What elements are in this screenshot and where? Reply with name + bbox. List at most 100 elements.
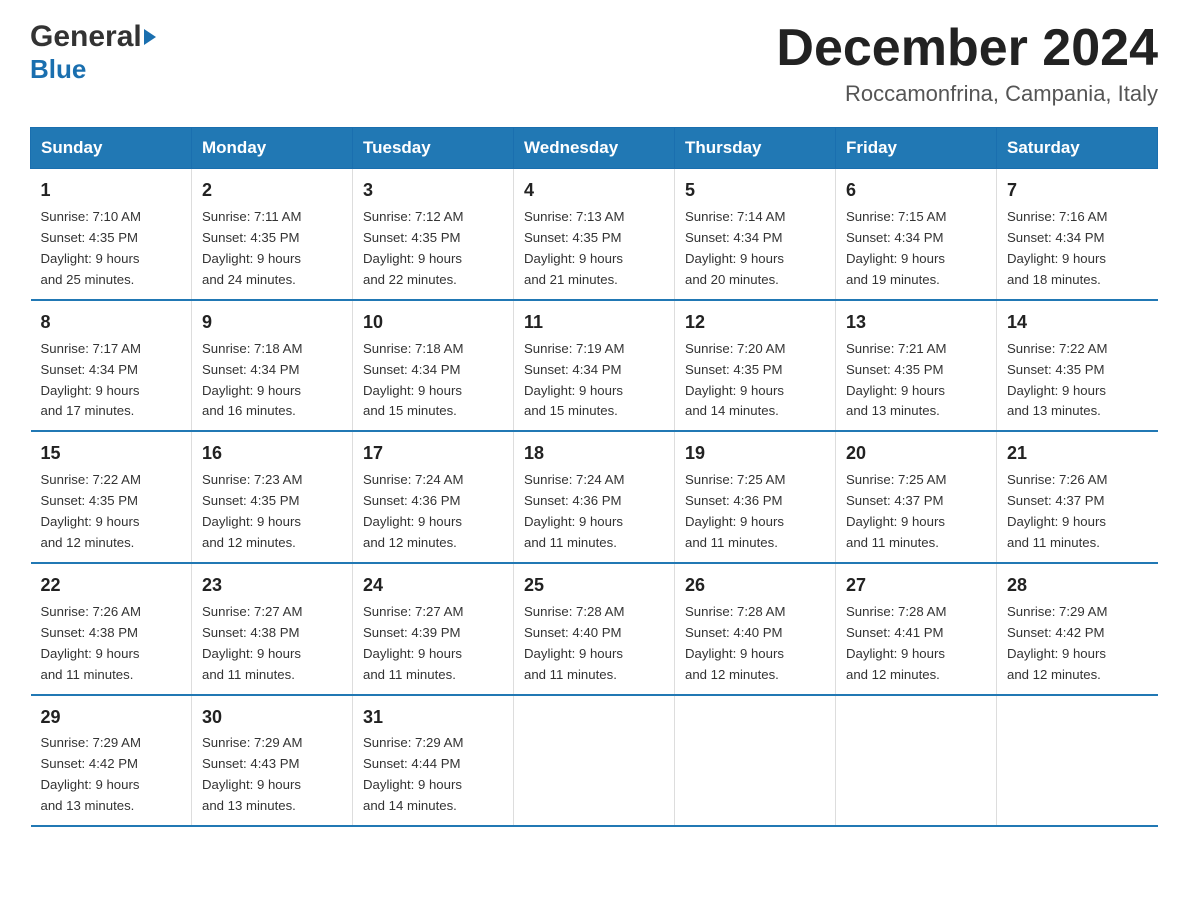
day-info: Sunrise: 7:29 AMSunset: 4:43 PMDaylight:… xyxy=(202,735,302,813)
table-row xyxy=(514,695,675,827)
day-info: Sunrise: 7:29 AMSunset: 4:42 PMDaylight:… xyxy=(41,735,141,813)
table-row: 19 Sunrise: 7:25 AMSunset: 4:36 PMDaylig… xyxy=(675,431,836,563)
day-info: Sunrise: 7:24 AMSunset: 4:36 PMDaylight:… xyxy=(363,472,463,550)
col-saturday: Saturday xyxy=(997,128,1158,169)
day-number: 3 xyxy=(363,177,503,205)
day-number: 18 xyxy=(524,440,664,468)
day-info: Sunrise: 7:22 AMSunset: 4:35 PMDaylight:… xyxy=(1007,341,1107,419)
day-info: Sunrise: 7:26 AMSunset: 4:38 PMDaylight:… xyxy=(41,604,141,682)
day-info: Sunrise: 7:22 AMSunset: 4:35 PMDaylight:… xyxy=(41,472,141,550)
calendar-week-4: 22 Sunrise: 7:26 AMSunset: 4:38 PMDaylig… xyxy=(31,563,1158,695)
table-row: 18 Sunrise: 7:24 AMSunset: 4:36 PMDaylig… xyxy=(514,431,675,563)
logo-general-text: General xyxy=(30,20,142,54)
table-row: 9 Sunrise: 7:18 AMSunset: 4:34 PMDayligh… xyxy=(192,300,353,432)
table-row: 4 Sunrise: 7:13 AMSunset: 4:35 PMDayligh… xyxy=(514,169,675,300)
col-sunday: Sunday xyxy=(31,128,192,169)
table-row: 24 Sunrise: 7:27 AMSunset: 4:39 PMDaylig… xyxy=(353,563,514,695)
day-info: Sunrise: 7:24 AMSunset: 4:36 PMDaylight:… xyxy=(524,472,624,550)
day-info: Sunrise: 7:28 AMSunset: 4:41 PMDaylight:… xyxy=(846,604,946,682)
table-row: 3 Sunrise: 7:12 AMSunset: 4:35 PMDayligh… xyxy=(353,169,514,300)
day-number: 11 xyxy=(524,309,664,337)
table-row: 10 Sunrise: 7:18 AMSunset: 4:34 PMDaylig… xyxy=(353,300,514,432)
day-info: Sunrise: 7:18 AMSunset: 4:34 PMDaylight:… xyxy=(363,341,463,419)
col-wednesday: Wednesday xyxy=(514,128,675,169)
calendar-week-2: 8 Sunrise: 7:17 AMSunset: 4:34 PMDayligh… xyxy=(31,300,1158,432)
col-monday: Monday xyxy=(192,128,353,169)
col-thursday: Thursday xyxy=(675,128,836,169)
table-row: 8 Sunrise: 7:17 AMSunset: 4:34 PMDayligh… xyxy=(31,300,192,432)
day-number: 22 xyxy=(41,572,182,600)
day-number: 10 xyxy=(363,309,503,337)
month-title: December 2024 xyxy=(776,20,1158,77)
location: Roccamonfrina, Campania, Italy xyxy=(776,81,1158,107)
day-number: 2 xyxy=(202,177,342,205)
day-number: 30 xyxy=(202,704,342,732)
table-row: 7 Sunrise: 7:16 AMSunset: 4:34 PMDayligh… xyxy=(997,169,1158,300)
day-info: Sunrise: 7:15 AMSunset: 4:34 PMDaylight:… xyxy=(846,209,946,287)
day-number: 12 xyxy=(685,309,825,337)
day-number: 6 xyxy=(846,177,986,205)
logo-triangle-icon xyxy=(144,29,156,45)
day-number: 4 xyxy=(524,177,664,205)
table-row: 5 Sunrise: 7:14 AMSunset: 4:34 PMDayligh… xyxy=(675,169,836,300)
calendar-week-1: 1 Sunrise: 7:10 AMSunset: 4:35 PMDayligh… xyxy=(31,169,1158,300)
table-row xyxy=(675,695,836,827)
day-number: 13 xyxy=(846,309,986,337)
table-row: 12 Sunrise: 7:20 AMSunset: 4:35 PMDaylig… xyxy=(675,300,836,432)
day-info: Sunrise: 7:25 AMSunset: 4:36 PMDaylight:… xyxy=(685,472,785,550)
day-info: Sunrise: 7:16 AMSunset: 4:34 PMDaylight:… xyxy=(1007,209,1107,287)
table-row: 13 Sunrise: 7:21 AMSunset: 4:35 PMDaylig… xyxy=(836,300,997,432)
table-row: 27 Sunrise: 7:28 AMSunset: 4:41 PMDaylig… xyxy=(836,563,997,695)
table-row: 15 Sunrise: 7:22 AMSunset: 4:35 PMDaylig… xyxy=(31,431,192,563)
table-row: 21 Sunrise: 7:26 AMSunset: 4:37 PMDaylig… xyxy=(997,431,1158,563)
table-row: 23 Sunrise: 7:27 AMSunset: 4:38 PMDaylig… xyxy=(192,563,353,695)
table-row: 2 Sunrise: 7:11 AMSunset: 4:35 PMDayligh… xyxy=(192,169,353,300)
day-number: 23 xyxy=(202,572,342,600)
table-row xyxy=(997,695,1158,827)
day-info: Sunrise: 7:20 AMSunset: 4:35 PMDaylight:… xyxy=(685,341,785,419)
day-info: Sunrise: 7:29 AMSunset: 4:42 PMDaylight:… xyxy=(1007,604,1107,682)
day-number: 28 xyxy=(1007,572,1148,600)
day-info: Sunrise: 7:28 AMSunset: 4:40 PMDaylight:… xyxy=(685,604,785,682)
calendar-header-row: Sunday Monday Tuesday Wednesday Thursday… xyxy=(31,128,1158,169)
calendar-table: Sunday Monday Tuesday Wednesday Thursday… xyxy=(30,127,1158,827)
day-number: 21 xyxy=(1007,440,1148,468)
day-info: Sunrise: 7:27 AMSunset: 4:39 PMDaylight:… xyxy=(363,604,463,682)
day-number: 8 xyxy=(41,309,182,337)
day-number: 26 xyxy=(685,572,825,600)
logo-blue-text: Blue xyxy=(30,54,86,84)
table-row: 29 Sunrise: 7:29 AMSunset: 4:42 PMDaylig… xyxy=(31,695,192,827)
day-info: Sunrise: 7:26 AMSunset: 4:37 PMDaylight:… xyxy=(1007,472,1107,550)
table-row: 17 Sunrise: 7:24 AMSunset: 4:36 PMDaylig… xyxy=(353,431,514,563)
day-info: Sunrise: 7:14 AMSunset: 4:34 PMDaylight:… xyxy=(685,209,785,287)
table-row: 30 Sunrise: 7:29 AMSunset: 4:43 PMDaylig… xyxy=(192,695,353,827)
table-row: 20 Sunrise: 7:25 AMSunset: 4:37 PMDaylig… xyxy=(836,431,997,563)
table-row: 22 Sunrise: 7:26 AMSunset: 4:38 PMDaylig… xyxy=(31,563,192,695)
day-number: 1 xyxy=(41,177,182,205)
col-tuesday: Tuesday xyxy=(353,128,514,169)
page-header: General Blue December 2024 Roccamonfrina… xyxy=(30,20,1158,107)
day-number: 16 xyxy=(202,440,342,468)
day-info: Sunrise: 7:23 AMSunset: 4:35 PMDaylight:… xyxy=(202,472,302,550)
day-info: Sunrise: 7:18 AMSunset: 4:34 PMDaylight:… xyxy=(202,341,302,419)
calendar-week-3: 15 Sunrise: 7:22 AMSunset: 4:35 PMDaylig… xyxy=(31,431,1158,563)
day-number: 20 xyxy=(846,440,986,468)
day-number: 15 xyxy=(41,440,182,468)
table-row: 6 Sunrise: 7:15 AMSunset: 4:34 PMDayligh… xyxy=(836,169,997,300)
day-info: Sunrise: 7:19 AMSunset: 4:34 PMDaylight:… xyxy=(524,341,624,419)
table-row: 28 Sunrise: 7:29 AMSunset: 4:42 PMDaylig… xyxy=(997,563,1158,695)
logo: General Blue xyxy=(30,20,158,85)
table-row: 25 Sunrise: 7:28 AMSunset: 4:40 PMDaylig… xyxy=(514,563,675,695)
day-info: Sunrise: 7:10 AMSunset: 4:35 PMDaylight:… xyxy=(41,209,141,287)
day-info: Sunrise: 7:12 AMSunset: 4:35 PMDaylight:… xyxy=(363,209,463,287)
day-number: 24 xyxy=(363,572,503,600)
day-info: Sunrise: 7:27 AMSunset: 4:38 PMDaylight:… xyxy=(202,604,302,682)
day-number: 25 xyxy=(524,572,664,600)
table-row: 11 Sunrise: 7:19 AMSunset: 4:34 PMDaylig… xyxy=(514,300,675,432)
day-number: 31 xyxy=(363,704,503,732)
day-info: Sunrise: 7:28 AMSunset: 4:40 PMDaylight:… xyxy=(524,604,624,682)
day-number: 14 xyxy=(1007,309,1148,337)
table-row: 26 Sunrise: 7:28 AMSunset: 4:40 PMDaylig… xyxy=(675,563,836,695)
day-info: Sunrise: 7:13 AMSunset: 4:35 PMDaylight:… xyxy=(524,209,624,287)
day-info: Sunrise: 7:29 AMSunset: 4:44 PMDaylight:… xyxy=(363,735,463,813)
